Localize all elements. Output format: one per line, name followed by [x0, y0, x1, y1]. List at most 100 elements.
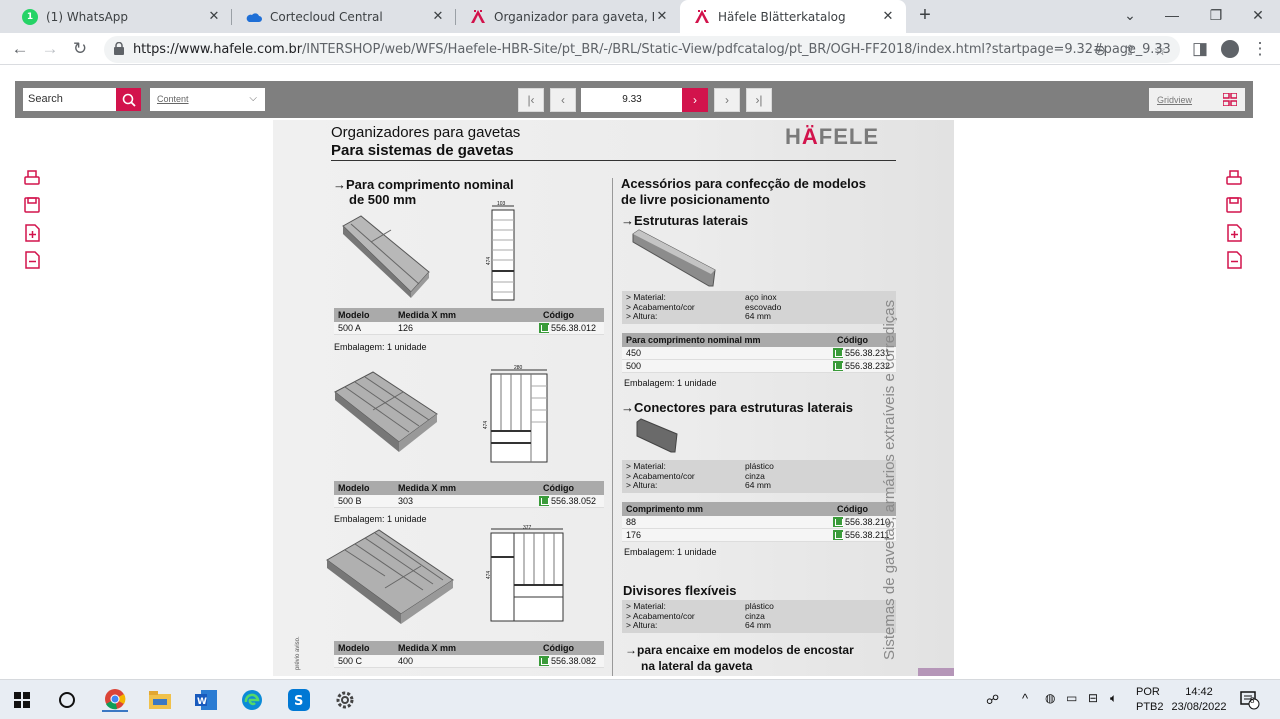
profile-avatar[interactable] — [1218, 37, 1242, 61]
organizer-500b-image — [334, 371, 438, 452]
chevron-down-icon: ⌵ — [249, 93, 257, 104]
cart-icon — [833, 517, 843, 527]
clock[interactable]: 14:42 23/08/2022 — [1170, 686, 1228, 713]
tab-organizador[interactable]: Organizador para gaveta, Divinu ✕ — [456, 0, 680, 33]
svg-text:W: W — [197, 697, 207, 707]
divisores-subheading: →para encaixe em modelos de encostar na l… — [625, 643, 854, 673]
menu-icon[interactable]: ⋮ — [1248, 37, 1272, 61]
zoom-in-icon[interactable] — [1225, 224, 1243, 242]
gridview-button[interactable]: Gridview — [1149, 88, 1245, 111]
hafele-icon — [694, 9, 710, 25]
catalog-page[interactable]: Organizadores para gavetas Para sistemas… — [273, 120, 954, 676]
edge-icon[interactable] — [240, 688, 264, 712]
tab-hafele-katalog[interactable]: Häfele Blätterkatalog ✕ — [680, 0, 906, 33]
spec-box: > Material: plástico > Acabamento/cor cinz… — [622, 460, 896, 493]
model-table: Modelo Medida X mm Código 500 A 126 556.38.0… — [334, 308, 604, 335]
dimension-label: 103 — [497, 201, 506, 207]
people-icon[interactable]: ☍ — [986, 692, 999, 708]
divisores-heading: Divisores flexíveis — [623, 583, 737, 598]
side-section-label: Sistemas de gavetas, armários extraíveis… — [881, 299, 898, 660]
notification-icon[interactable]: 8 — [1240, 690, 1260, 713]
network-icon[interactable]: ⊟ — [1088, 691, 1098, 705]
volume-icon[interactable]: 🔈︎ — [1110, 691, 1117, 706]
close-icon[interactable]: ✕ — [880, 9, 896, 25]
first-page-button[interactable]: |‹ — [518, 88, 544, 112]
restore-button[interactable]: ❐ — [1194, 0, 1238, 30]
bookmark-star-icon[interactable]: ☆ — [1150, 40, 1170, 60]
cart-icon — [833, 348, 843, 358]
taskbar: W S ☍ ^ ◍ ▭ ⊟ 🔈︎ POR PTB2 14:42 23/08/2022… — [0, 679, 1280, 719]
minimize-button[interactable]: — — [1150, 0, 1194, 30]
address-bar[interactable]: https://www.hafele.com.br/INTERSHOP/web/… — [104, 36, 1180, 63]
close-icon[interactable]: ✕ — [206, 9, 222, 25]
file-explorer-icon[interactable] — [148, 688, 172, 712]
conectores-heading: →Conectores para estruturas laterais — [621, 400, 853, 415]
grid-icon — [1223, 93, 1237, 106]
back-button[interactable]: ← — [8, 37, 32, 61]
prev-page-button[interactable]: ‹ — [550, 88, 576, 112]
cart-icon — [833, 361, 843, 371]
zoom-in-icon[interactable] — [23, 224, 41, 242]
zoom-out-icon[interactable] — [1225, 251, 1243, 269]
print-icon[interactable] — [23, 169, 41, 187]
zoom-icon[interactable]: ⊖ — [1090, 40, 1110, 60]
print-icon[interactable] — [1225, 169, 1243, 187]
meet-icon[interactable]: ◍ — [1045, 691, 1055, 705]
word-icon[interactable]: W — [194, 688, 218, 712]
svg-text:S: S — [294, 694, 303, 709]
close-icon[interactable]: ✕ — [654, 9, 670, 25]
tab-cortecloud[interactable]: Cortecloud Central ✕ — [232, 0, 456, 33]
search-input[interactable]: Search — [23, 88, 116, 111]
side-panel-icon[interactable]: ◨ — [1188, 37, 1212, 61]
page-number-input[interactable]: 9.33 — [581, 88, 683, 112]
dimension-label: 474 — [486, 256, 493, 266]
settings-gear-icon[interactable] — [333, 688, 357, 712]
last-page-button[interactable]: ›| — [746, 88, 772, 112]
search-button[interactable] — [116, 88, 141, 111]
table-row: 500 A 126 556.38.012 — [334, 322, 604, 335]
chevron-up-icon[interactable]: ^ — [1022, 691, 1028, 706]
close-icon[interactable]: ✕ — [430, 9, 446, 25]
dimension-label: 377 — [523, 525, 532, 531]
side-structure-image — [632, 229, 716, 287]
forward-button[interactable]: → — [38, 37, 62, 61]
share-icon[interactable]: ⇪ — [1120, 40, 1140, 60]
gridview-label: Gridview — [1157, 95, 1193, 105]
packaging-note: Embalagem: 1 unidade — [334, 342, 427, 352]
next-page-button[interactable]: › — [682, 88, 708, 112]
cloud-icon — [246, 9, 262, 25]
table-row: 450 556.38.231 — [622, 347, 896, 360]
notification-count: 8 — [1250, 696, 1255, 705]
lock-icon — [114, 42, 124, 55]
save-icon[interactable] — [1225, 196, 1243, 214]
close-window-button[interactable]: ✕ — [1236, 0, 1280, 30]
windows-start-icon[interactable] — [10, 688, 34, 712]
catalog-viewer: Search Content ⌵ |‹ ‹ 9.33 › › ›| Gridvie… — [0, 66, 1280, 678]
product-code-link[interactable]: 556.38.052 — [539, 496, 596, 506]
battery-icon[interactable]: ▭ — [1066, 691, 1077, 705]
reload-button[interactable]: ↻ — [68, 37, 92, 61]
language-indicator[interactable]: POR PTB2 — [1136, 686, 1164, 713]
save-icon[interactable] — [23, 196, 41, 214]
tab-whatsapp[interactable]: 1 (1) WhatsApp ✕ — [8, 0, 232, 33]
tab-strip: 1 (1) WhatsApp ✕ Cortecloud Central ✕ Or… — [0, 0, 1280, 33]
search-circle-icon[interactable] — [55, 688, 79, 712]
section-color-tab — [918, 668, 954, 676]
content-select[interactable]: Content ⌵ — [150, 88, 265, 111]
product-code-link[interactable]: 556.38.012 — [539, 323, 596, 333]
organizer-500c-drawing — [490, 528, 564, 622]
skype-icon[interactable]: S — [287, 688, 311, 712]
spec-box: > Material: plástico > Acabamento/cor cinz… — [622, 600, 896, 633]
new-tab-button[interactable]: + — [914, 5, 936, 27]
conectores-table: Comprimento mm Código 88 556.38.210 176 556… — [622, 502, 896, 542]
product-code-link[interactable]: 556.38.082 — [539, 656, 596, 666]
tab-search-icon[interactable]: ⌄ — [1108, 0, 1152, 30]
zoom-out-icon[interactable] — [23, 251, 41, 269]
title-divider — [331, 160, 896, 161]
organizer-500b-drawing — [490, 369, 548, 463]
next-spread-button[interactable]: › — [714, 88, 740, 112]
chrome-icon[interactable] — [102, 688, 128, 712]
browser-toolbar: ← → ↻ https://www.hafele.com.br/INTERSHO… — [0, 33, 1280, 65]
table-row: 500 C 400 556.38.082 — [334, 655, 604, 668]
packaging-note: Embalagem: 1 unidade — [624, 378, 717, 388]
